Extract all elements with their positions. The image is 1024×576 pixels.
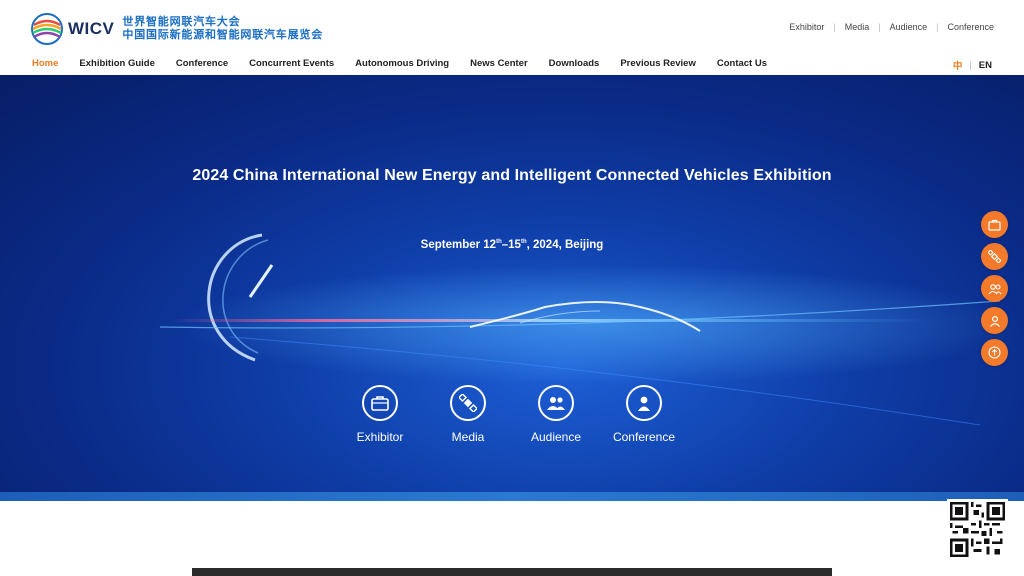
lang-en[interactable]: EN xyxy=(979,60,992,71)
nav-item-contact-us[interactable]: Contact Us xyxy=(717,58,767,69)
person-icon xyxy=(626,385,662,421)
float-media-button[interactable] xyxy=(981,243,1008,270)
hero-bottom-strip xyxy=(0,492,1024,501)
wicv-logo-icon xyxy=(30,12,64,46)
briefcase-icon xyxy=(988,219,1001,231)
float-conference-button[interactable] xyxy=(981,307,1008,334)
person-icon xyxy=(989,315,1000,327)
date-location: , 2024, Beijing xyxy=(526,239,604,251)
briefcase-icon xyxy=(362,385,398,421)
satellite-icon xyxy=(988,250,1001,263)
lang-zh[interactable]: 中 xyxy=(953,58,963,72)
hero-background-art xyxy=(159,233,1020,426)
satellite-icon xyxy=(450,385,486,421)
top-link-media[interactable]: Media xyxy=(845,22,870,32)
feature-audience[interactable]: Audience xyxy=(516,385,596,444)
nav-item-autonomous-driving[interactable]: Autonomous Driving xyxy=(355,58,449,69)
divider: | xyxy=(936,22,939,32)
float-back-to-top-button[interactable] xyxy=(981,339,1008,366)
feature-label: Audience xyxy=(530,430,582,444)
date-prefix: September 12 xyxy=(420,239,497,251)
logo-cn-line2: 中国国际新能源和智能网联汽车展览会 xyxy=(122,29,323,41)
feature-label: Media xyxy=(451,430,485,444)
feature-label: Exhibitor xyxy=(356,430,404,444)
hero-banner: 2024 China International New Energy and … xyxy=(0,75,1024,492)
float-exhibitor-button[interactable] xyxy=(981,211,1008,238)
group-icon xyxy=(988,283,1001,294)
hero-title: 2024 China International New Energy and … xyxy=(192,167,832,184)
nav-item-downloads[interactable]: Downloads xyxy=(549,58,600,69)
nav-item-conference[interactable]: Conference xyxy=(176,58,228,69)
language-switcher: 中 | EN xyxy=(953,58,992,73)
logo-wordmark: WICV xyxy=(68,19,115,38)
feature-media[interactable]: Media xyxy=(428,385,508,444)
float-audience-button[interactable] xyxy=(981,275,1008,302)
nav-item-previous-review[interactable]: Previous Review xyxy=(620,58,696,69)
nav-item-home[interactable]: Home xyxy=(32,58,58,69)
main-nav: Home Exhibition Guide Conference Concurr… xyxy=(32,58,788,69)
nav-item-news-center[interactable]: News Center xyxy=(470,58,528,69)
top-link-conference[interactable]: Conference xyxy=(947,22,994,32)
feature-label: Conference xyxy=(612,430,676,444)
divider: | xyxy=(833,22,836,32)
feature-conference[interactable]: Conference xyxy=(604,385,684,444)
top-link-exhibitor[interactable]: Exhibitor xyxy=(789,22,824,32)
logo-cn-line1: 世界智能网联汽车大会 xyxy=(122,16,241,28)
group-icon xyxy=(538,385,574,421)
date-mid: –15 xyxy=(501,239,521,251)
nav-item-concurrent-events[interactable]: Concurrent Events xyxy=(249,58,334,69)
divider: | xyxy=(969,59,972,71)
site-header: WICV 世界智能网联汽车大会 中国国际新能源和智能网联汽车展览会 Exhibi… xyxy=(0,0,1024,75)
arrow-up-icon xyxy=(988,346,1001,359)
hero-date: September 12th–15th, 2024, Beijing xyxy=(0,239,1024,251)
top-links: Exhibitor | Media | Audience | Conferenc… xyxy=(789,22,994,32)
qr-code xyxy=(947,499,1008,560)
nav-item-exhibition-guide[interactable]: Exhibition Guide xyxy=(79,58,154,69)
top-link-audience[interactable]: Audience xyxy=(890,22,928,32)
feature-exhibitor[interactable]: Exhibitor xyxy=(340,385,420,444)
content-bar xyxy=(192,568,832,576)
divider: | xyxy=(878,22,881,32)
logo-chinese-name: 世界智能网联汽车大会 中国国际新能源和智能网联汽车展览会 xyxy=(122,16,323,42)
site-logo[interactable]: WICV 世界智能网联汽车大会 中国国际新能源和智能网联汽车展览会 xyxy=(30,12,323,46)
